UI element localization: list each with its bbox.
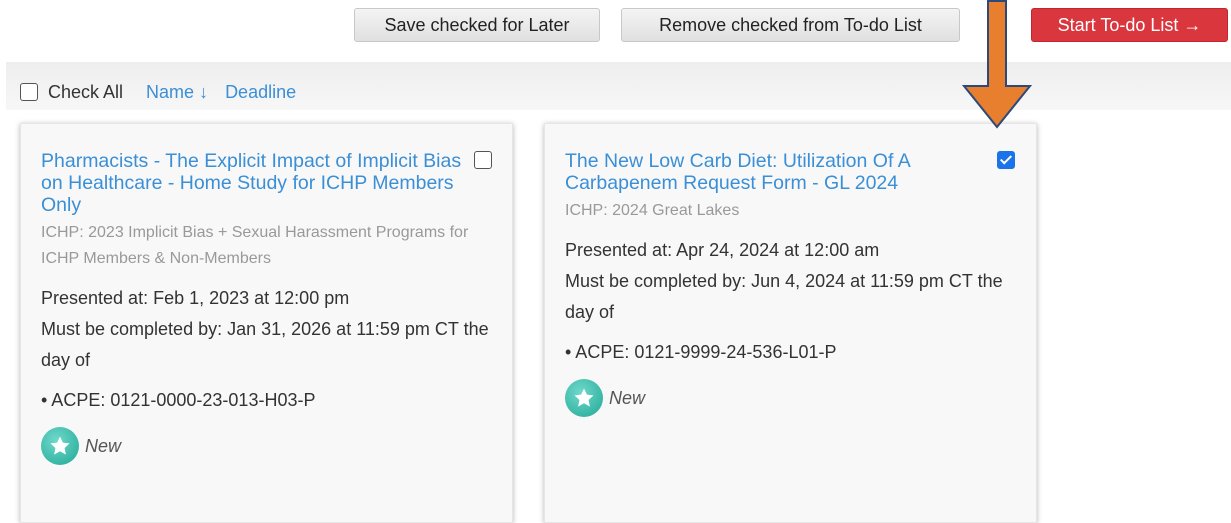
course-checkbox[interactable] [474, 151, 492, 169]
course-card: The New Low Carb Diet: Utilization Of A … [544, 123, 1037, 523]
course-program: ICHP: 2024 Great Lakes [565, 202, 740, 219]
check-all-label[interactable]: Check All [48, 82, 123, 103]
course-deadline: Must be completed by: Jun 4, 2024 at 11:… [565, 271, 1003, 322]
check-all-checkbox[interactable] [20, 83, 38, 101]
list-toolbar: Check All Name ↓ Deadline [20, 80, 313, 104]
course-presented-date: Presented at: Apr 24, 2024 at 12:00 am [565, 240, 880, 260]
course-checkbox[interactable] [997, 151, 1015, 169]
new-badge: New [41, 427, 492, 465]
sort-by-deadline-link[interactable]: Deadline [225, 82, 296, 103]
course-dates: Presented at: Apr 24, 2024 at 12:00 am M… [565, 235, 1016, 328]
course-title-link[interactable]: Pharmacists - The Explicit Impact of Imp… [41, 150, 471, 216]
star-icon [565, 379, 603, 417]
remove-from-todo-button[interactable]: Remove checked from To-do List [621, 8, 960, 42]
down-arrow-annotation-icon [961, 0, 1033, 129]
new-badge-label: New [609, 387, 646, 408]
new-badge: New [565, 379, 1016, 417]
course-title-link[interactable]: The New Low Carb Diet: Utilization Of A … [565, 150, 995, 194]
course-dates: Presented at: Feb 1, 2023 at 12:00 pm Mu… [41, 283, 492, 376]
star-icon [41, 427, 79, 465]
course-acpe-number: • ACPE: 0121-0000-23-013-H03-P [41, 390, 316, 410]
course-acpe-number: • ACPE: 0121-9999-24-536-L01-P [565, 342, 837, 362]
sort-by-name-link[interactable]: Name ↓ [146, 82, 208, 103]
start-todo-list-button[interactable]: Start To-do List → [1031, 8, 1228, 42]
new-badge-label: New [85, 435, 122, 456]
course-deadline: Must be completed by: Jan 31, 2026 at 11… [41, 319, 489, 370]
course-presented-date: Presented at: Feb 1, 2023 at 12:00 pm [41, 288, 350, 308]
course-program: ICHP: 2023 Implicit Bias + Sexual Harass… [41, 224, 469, 267]
save-for-later-button[interactable]: Save checked for Later [354, 8, 600, 42]
course-card: Pharmacists - The Explicit Impact of Imp… [20, 123, 513, 523]
